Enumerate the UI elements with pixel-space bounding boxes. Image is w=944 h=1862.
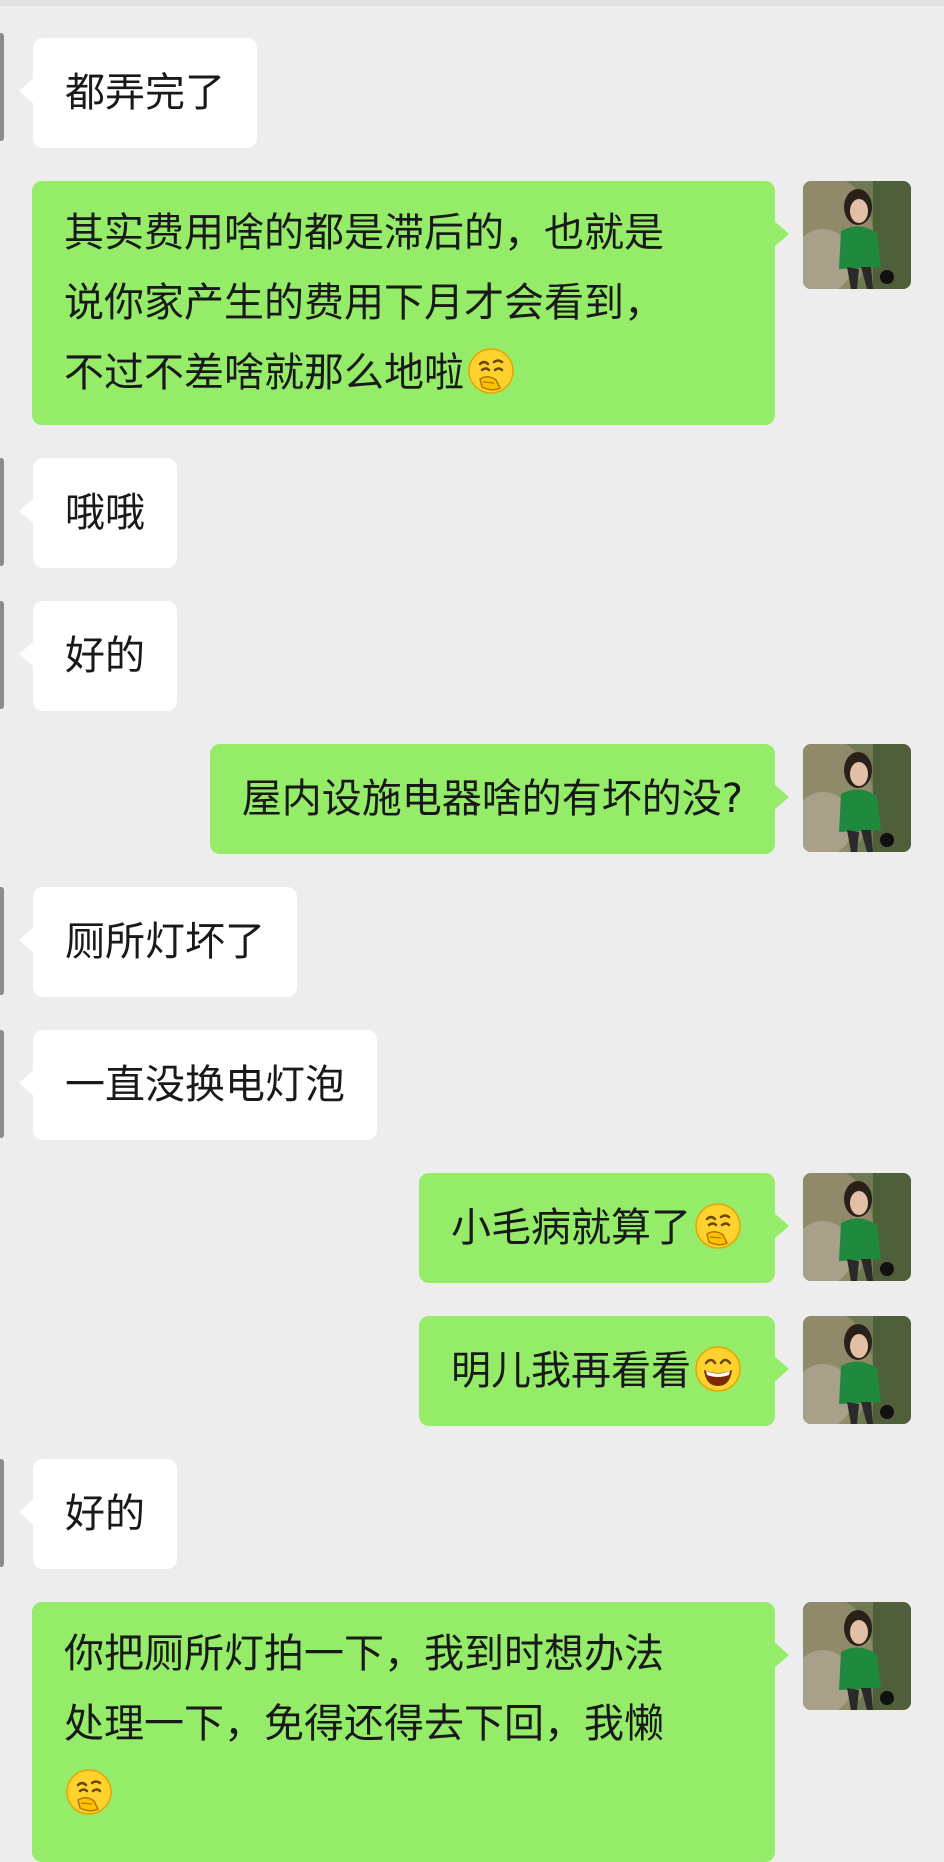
message-text: 不过不差啥就那么地啦 bbox=[64, 350, 464, 396]
incoming-message-bubble[interactable]: 哦哦 bbox=[19, 458, 177, 568]
outgoing-message-bubble[interactable]: 屋内设施电器啥的有坏的没? bbox=[209, 744, 790, 854]
partner-avatar-edge[interactable] bbox=[0, 887, 4, 995]
partner-avatar-edge[interactable] bbox=[0, 33, 4, 141]
self-avatar[interactable] bbox=[803, 1602, 911, 1710]
partner-avatar-edge[interactable] bbox=[0, 1459, 4, 1567]
self-avatar[interactable] bbox=[803, 744, 911, 852]
message-text: 其实费用啥的都是滞后的，也就是 bbox=[64, 210, 664, 256]
message-text: 小毛病就算了 bbox=[451, 1205, 691, 1251]
partner-avatar-edge[interactable] bbox=[0, 458, 4, 566]
self-avatar[interactable] bbox=[803, 181, 911, 289]
incoming-message-bubble[interactable]: 一直没换电灯泡 bbox=[19, 1030, 377, 1140]
partner-avatar-edge[interactable] bbox=[0, 1030, 4, 1138]
message-text: 你把厕所灯拍一下，我到时想办法 bbox=[64, 1631, 664, 1677]
message-text: 厕所灯坏了 bbox=[65, 919, 265, 965]
avatar-photo-icon bbox=[803, 744, 911, 852]
incoming-message-bubble[interactable]: 好的 bbox=[19, 601, 177, 711]
outgoing-message-bubble[interactable]: 你把厕所灯拍一下，我到时想办法 处理一下，免得还得去下回，我懒 bbox=[32, 1602, 789, 1862]
avatar-photo-icon bbox=[803, 181, 911, 289]
incoming-message-bubble[interactable]: 厕所灯坏了 bbox=[19, 887, 297, 997]
outgoing-message-bubble[interactable]: 明儿我再看看 bbox=[419, 1316, 789, 1426]
thinking-face-emoji bbox=[466, 346, 516, 396]
self-avatar[interactable] bbox=[803, 1316, 911, 1424]
message-text: 好的 bbox=[65, 1491, 145, 1537]
incoming-message-bubble[interactable]: 好的 bbox=[19, 1459, 177, 1569]
grinning-face-emoji bbox=[693, 1344, 743, 1394]
self-avatar[interactable] bbox=[803, 1173, 911, 1281]
avatar-photo-icon bbox=[803, 1602, 911, 1710]
partner-avatar-edge[interactable] bbox=[0, 601, 4, 709]
chat-message-list[interactable]: 都弄完了 其实费用啥的都是滞后的，也就是 说你家产生的费用下月才会看到， 不过不… bbox=[0, 0, 944, 1862]
outgoing-message-bubble[interactable]: 小毛病就算了 bbox=[419, 1173, 789, 1283]
message-text: 屋内设施电器啥的有坏的没? bbox=[241, 776, 743, 822]
outgoing-message-bubble[interactable]: 其实费用啥的都是滞后的，也就是 说你家产生的费用下月才会看到， 不过不差啥就那么… bbox=[32, 181, 789, 425]
message-text: 都弄完了 bbox=[65, 70, 225, 116]
thinking-face-emoji bbox=[64, 1767, 114, 1817]
thinking-face-emoji bbox=[693, 1201, 743, 1251]
message-text: 说你家产生的费用下月才会看到， bbox=[64, 280, 664, 326]
message-text: 一直没换电灯泡 bbox=[65, 1062, 345, 1108]
avatar-photo-icon bbox=[803, 1173, 911, 1281]
avatar-photo-icon bbox=[803, 1316, 911, 1424]
incoming-message-bubble[interactable]: 都弄完了 bbox=[19, 38, 257, 148]
message-text: 好的 bbox=[65, 633, 145, 679]
message-text: 明儿我再看看 bbox=[451, 1348, 691, 1394]
message-text: 处理一下，免得还得去下回，我懒 bbox=[64, 1701, 664, 1747]
message-text: 哦哦 bbox=[65, 490, 145, 536]
